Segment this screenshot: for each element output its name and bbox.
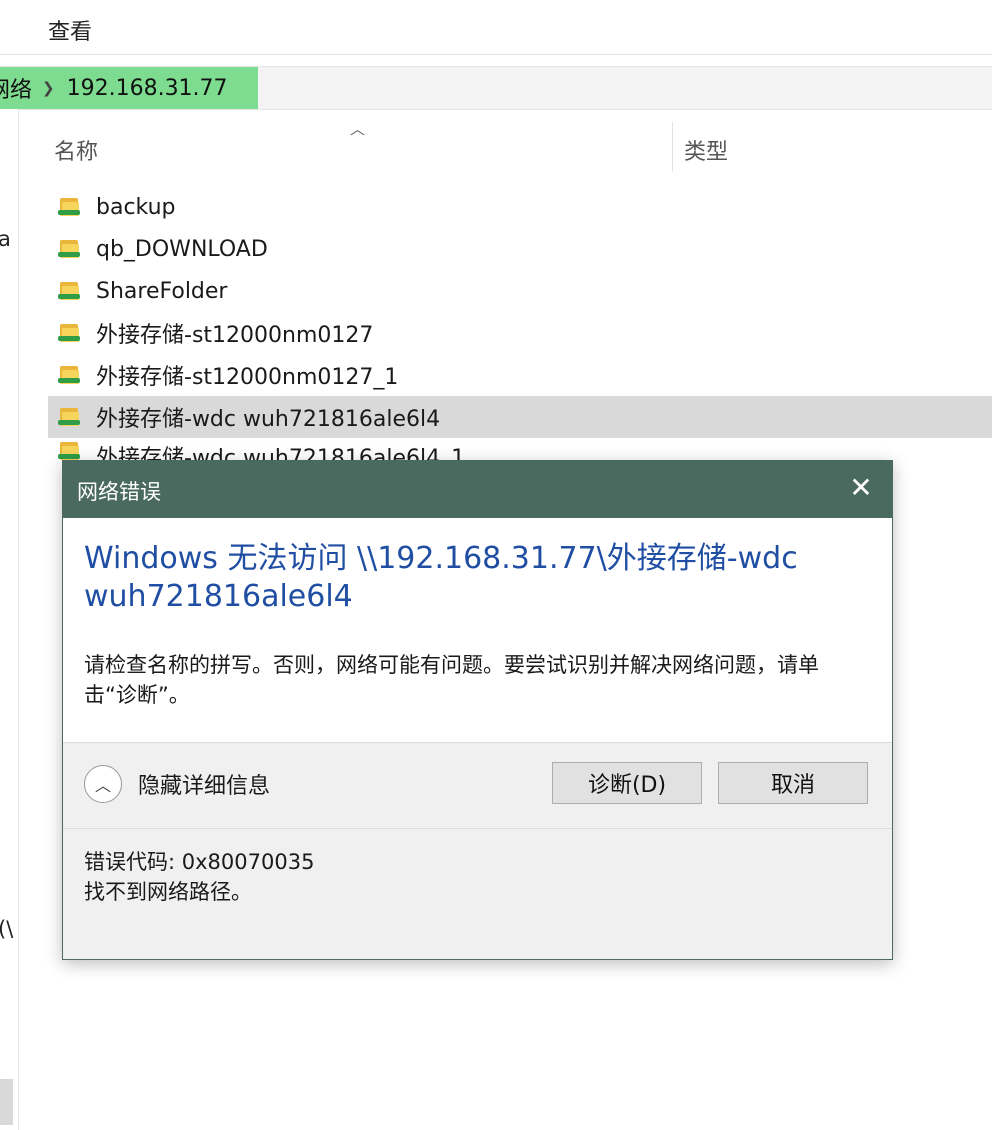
- dialog-message: 请检查名称的拼写。否则，网络可能有问题。要尝试识别并解决网络问题，请单击“诊断”…: [84, 653, 819, 707]
- breadcrumb-host[interactable]: 192.168.31.77: [67, 76, 228, 101]
- list-item[interactable]: 外接存储-st12000nm0127: [48, 312, 992, 354]
- file-name: 外接存储-st12000nm0127: [96, 323, 374, 348]
- file-name: ShareFolder: [96, 278, 228, 304]
- shared-folder-icon: [58, 238, 82, 260]
- dialog-heading: Windows 无法访问 \\192.168.31.77\外接存储-wdc wu…: [84, 541, 798, 614]
- nav-item-fragment[interactable]: a: [0, 227, 11, 251]
- network-error-dialog: 网络错误 ✕ Windows 无法访问 \\192.168.31.77\外接存储…: [62, 460, 893, 960]
- shared-folder-icon: [58, 280, 82, 302]
- nav-item-fragment[interactable]: (\: [0, 917, 13, 941]
- shared-folder-icon: [58, 440, 82, 460]
- chevron-right-icon[interactable]: ❯: [42, 79, 55, 97]
- breadcrumb: 网络 ❯ 192.168.31.77: [0, 67, 258, 109]
- nav-item-selected[interactable]: [0, 1079, 13, 1125]
- breadcrumb-network[interactable]: 网络: [0, 72, 32, 104]
- shared-folder-icon: [58, 364, 82, 386]
- dialog-title: 网络错误: [77, 480, 161, 504]
- column-type[interactable]: 类型: [684, 134, 728, 166]
- list-item[interactable]: ShareFolder: [48, 270, 992, 312]
- list-item[interactable]: backup: [48, 186, 992, 228]
- error-code: 错误代码: 0x80070035: [84, 850, 315, 874]
- file-name: 外接存储-st12000nm0127_1: [96, 365, 399, 390]
- file-list: backup qb_DOWNLOAD ShareFolder 外接存储-st12…: [48, 186, 992, 460]
- error-details: 错误代码: 0x80070035 找不到网络路径。: [84, 847, 314, 907]
- file-name: qb_DOWNLOAD: [96, 236, 268, 262]
- list-item[interactable]: qb_DOWNLOAD: [48, 228, 992, 270]
- column-header: ︿ 名称 类型: [18, 118, 992, 178]
- diagnose-button[interactable]: 诊断(D): [552, 762, 702, 804]
- error-description: 找不到网络路径。: [84, 880, 252, 904]
- sort-up-icon: ︿: [350, 120, 366, 138]
- address-bar[interactable]: 网络 ❯ 192.168.31.77: [0, 66, 992, 110]
- cancel-button[interactable]: 取消: [718, 762, 868, 804]
- navigation-pane: a (\: [0, 109, 19, 1130]
- chevron-up-icon[interactable]: ︿: [84, 765, 122, 803]
- list-item[interactable]: 外接存储-wdc wuh721816ale6l4_1: [48, 438, 992, 460]
- dialog-body: Windows 无法访问 \\192.168.31.77\外接存储-wdc wu…: [63, 518, 892, 742]
- ribbon: 查看: [0, 0, 992, 55]
- dialog-title-bar[interactable]: 网络错误 ✕: [63, 461, 892, 518]
- ribbon-tab-view[interactable]: 查看: [48, 14, 92, 46]
- list-item-selected[interactable]: 外接存储-wdc wuh721816ale6l4: [48, 396, 992, 438]
- hide-details-toggle[interactable]: ︿ 隐藏详细信息: [84, 765, 270, 803]
- shared-folder-icon: [58, 322, 82, 344]
- column-name[interactable]: 名称: [54, 134, 98, 166]
- column-divider[interactable]: [672, 122, 673, 172]
- file-name: 外接存储-wdc wuh721816ale6l4: [96, 407, 441, 432]
- file-name: backup: [96, 194, 176, 220]
- file-name: 外接存储-wdc wuh721816ale6l4_1: [96, 446, 466, 460]
- shared-folder-icon: [58, 406, 82, 428]
- hide-details-label[interactable]: 隐藏详细信息: [138, 768, 270, 800]
- shared-folder-icon: [58, 196, 82, 218]
- dialog-actions: ︿ 隐藏详细信息 诊断(D) 取消: [63, 742, 892, 829]
- close-icon[interactable]: ✕: [844, 471, 878, 505]
- list-item[interactable]: 外接存储-st12000nm0127_1: [48, 354, 992, 396]
